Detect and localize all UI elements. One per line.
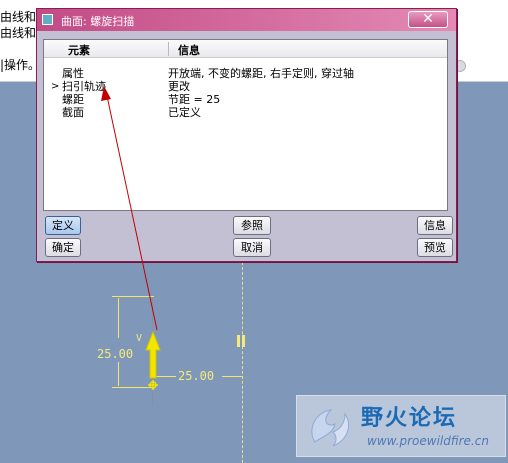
annotation-arrow-icon	[101, 86, 158, 331]
